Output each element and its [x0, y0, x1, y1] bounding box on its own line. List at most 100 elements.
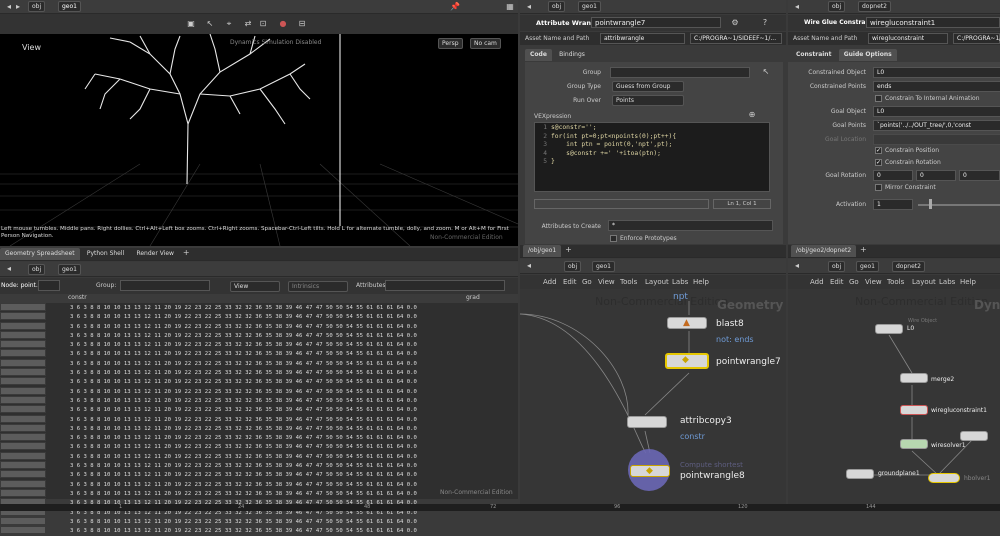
- table-row[interactable]: 3 6 3 8 8 10 10 13 13 12 11 20 19 22 23 …: [0, 349, 518, 358]
- path-geo1[interactable]: geo1: [578, 1, 601, 12]
- table-row[interactable]: 3 6 3 8 8 10 10 13 13 12 11 20 19 22 23 …: [0, 405, 518, 414]
- tab-python-shell[interactable]: Python Shell: [82, 248, 129, 260]
- table-row[interactable]: 3 6 3 8 8 10 10 13 13 12 11 20 19 22 23 …: [0, 358, 518, 368]
- select-arrow-icon[interactable]: ↖: [761, 67, 771, 77]
- grid-icon[interactable]: ▦: [505, 2, 515, 12]
- add-tab-icon[interactable]: +: [858, 245, 868, 255]
- menu-edit[interactable]: Edit: [830, 278, 844, 286]
- menu-tools[interactable]: Tools: [620, 278, 637, 286]
- path-geo1[interactable]: geo1: [58, 264, 81, 275]
- group-type-menu[interactable]: Guess from Group: [612, 81, 684, 92]
- table-row[interactable]: 3 6 3 8 8 10 10 13 13 12 11 20 19 22 23 …: [0, 433, 518, 442]
- constrained-points-field[interactable]: ends: [873, 81, 1000, 92]
- attributes-field[interactable]: [385, 280, 505, 291]
- tab-obj-geo1[interactable]: /obj/geo1: [523, 245, 562, 257]
- mirror-checkbox[interactable]: [875, 184, 882, 191]
- table-row[interactable]: 3 6 3 8 8 10 10 13 13 12 11 20 19 22 23 …: [0, 470, 518, 479]
- path-obj[interactable]: obj: [828, 1, 846, 12]
- internal-anim-checkbox[interactable]: [875, 95, 882, 102]
- menu-view[interactable]: View: [598, 278, 615, 286]
- asset-path[interactable]: C:/PROGRA~1/SIDEEF~1/...: [690, 33, 782, 44]
- path-dopnet2[interactable]: dopnet2: [858, 1, 891, 12]
- intrinsics-menu[interactable]: Intrinsics: [288, 281, 348, 292]
- table-row[interactable]: 3 6 3 8 8 10 10 13 13 12 11 20 19 22 23 …: [0, 461, 518, 470]
- asset-value[interactable]: wiregluconstraint: [868, 33, 948, 44]
- group-field[interactable]: [120, 280, 210, 291]
- vex-menu-icon[interactable]: ⊕: [747, 110, 757, 120]
- merge2-node[interactable]: [900, 373, 928, 383]
- handle-icon[interactable]: ⇄: [243, 19, 253, 29]
- enforce-checkbox[interactable]: [610, 235, 617, 242]
- menu-help[interactable]: Help: [960, 278, 976, 286]
- menu-tools[interactable]: Tools: [887, 278, 904, 286]
- activation-slider-handle[interactable]: [929, 199, 932, 209]
- path-geo1[interactable]: geo1: [58, 1, 81, 12]
- attribcopy3-node[interactable]: [627, 416, 667, 428]
- table-row[interactable]: 3 6 3 8 8 10 10 13 13 12 11 20 19 22 23 …: [0, 368, 518, 377]
- tab-dopnet2[interactable]: /obj/geo2/dopnet2: [791, 245, 857, 257]
- blast8-node[interactable]: ▲: [667, 317, 707, 329]
- back-arrow-icon[interactable]: ◂: [524, 261, 534, 271]
- glue-node-name[interactable]: wiregluconstraint1: [866, 17, 1000, 28]
- table-row[interactable]: 3 6 3 8 8 10 10 13 13 12 11 20 19 22 23 …: [0, 330, 518, 340]
- asset-value[interactable]: attribwrangle: [600, 33, 685, 44]
- wiregluconstraint1-node[interactable]: [900, 405, 928, 415]
- back-arrow-icon[interactable]: ◂: [524, 2, 534, 12]
- path-obj[interactable]: obj: [28, 264, 46, 275]
- attrs-create-field[interactable]: *: [608, 220, 773, 231]
- forward-arrow-icon[interactable]: ▸: [13, 2, 23, 12]
- table-row[interactable]: 3 6 3 8 8 10 10 13 13 12 11 20 19 22 23 …: [0, 526, 518, 535]
- vex-code-editor[interactable]: 1 s@constr=''; 2 for(int pt=0;pt<npoints(0)…: [534, 122, 770, 192]
- goal-object-field[interactable]: L0: [873, 106, 1000, 117]
- menu-add[interactable]: Add: [543, 278, 557, 286]
- path-geo1[interactable]: geo1: [856, 261, 879, 272]
- menu-help[interactable]: Help: [693, 278, 709, 286]
- wrangle-node-name[interactable]: pointwrangle7: [591, 17, 721, 28]
- menu-layout[interactable]: Layout: [912, 278, 936, 286]
- menu-edit[interactable]: Edit: [563, 278, 577, 286]
- menu-labs[interactable]: Labs: [672, 278, 688, 286]
- goal-rotation-z[interactable]: 0: [959, 170, 1000, 181]
- back-arrow-icon[interactable]: ◂: [792, 261, 802, 271]
- snap-icon[interactable]: ▣: [186, 19, 196, 29]
- path-dopnet2[interactable]: dopnet2: [892, 261, 925, 272]
- table-row[interactable]: 3 6 3 8 8 10 10 13 13 12 11 20 19 22 23 …: [0, 414, 518, 424]
- table-row[interactable]: 3 6 3 8 8 10 10 13 13 12 11 20 19 22 23 …: [0, 479, 518, 489]
- add-tab-icon[interactable]: +: [563, 245, 573, 255]
- gear-icon[interactable]: ⚙: [730, 18, 740, 28]
- view-menu[interactable]: View: [230, 281, 280, 292]
- table-row[interactable]: 3 6 3 8 8 10 10 13 13 12 11 20 19 22 23 …: [0, 442, 518, 451]
- net2-canvas[interactable]: Non-Commercial Edition Dyn Wire Object L…: [788, 289, 1000, 505]
- table-row[interactable]: 3 6 3 8 8 10 10 13 13 12 11 20 19 22 23 …: [0, 423, 518, 433]
- tab-geometry-spreadsheet[interactable]: Geometry Spreadsheet: [0, 248, 80, 260]
- constrain-position-checkbox[interactable]: [875, 147, 882, 154]
- wiresolver1-node[interactable]: [900, 439, 928, 449]
- l0-node[interactable]: [875, 324, 903, 334]
- table-row[interactable]: 3 6 3 8 8 10 10 13 13 12 11 20 19 22 23 …: [0, 312, 518, 321]
- tab-guide-options[interactable]: Guide Options: [838, 49, 897, 61]
- groundplane1-node[interactable]: [846, 469, 874, 479]
- select-icon[interactable]: ↖: [205, 19, 215, 29]
- activation-field[interactable]: 1: [873, 199, 913, 210]
- menu-add[interactable]: Add: [810, 278, 824, 286]
- path-obj[interactable]: obj: [828, 261, 846, 272]
- help-icon[interactable]: ?: [760, 18, 770, 28]
- path-geo1[interactable]: geo1: [592, 261, 615, 272]
- table-row[interactable]: 3 6 3 8 8 10 10 13 13 12 11 20 19 22 23 …: [0, 386, 518, 396]
- goal-rotation-x[interactable]: 0: [873, 170, 913, 181]
- menu-labs[interactable]: Labs: [939, 278, 955, 286]
- path-obj[interactable]: obj: [548, 1, 566, 12]
- table-row[interactable]: 3 6 3 8 8 10 10 13 13 12 11 20 19 22 23 …: [0, 516, 518, 526]
- pointwrangle7-node[interactable]: ◆: [665, 353, 709, 369]
- node-field[interactable]: [38, 280, 60, 291]
- menu-go[interactable]: Go: [582, 278, 592, 286]
- solver-node[interactable]: [960, 431, 988, 441]
- tab-render-view[interactable]: Render View: [131, 248, 179, 260]
- path-obj[interactable]: obj: [28, 1, 46, 12]
- spreadsheet-table[interactable]: constr grad 3 6 3 8 8 10 10 13 13 12 11 …: [0, 294, 518, 535]
- persp-menu[interactable]: Persp: [438, 38, 463, 49]
- pin-icon[interactable]: 📌: [450, 2, 460, 12]
- tab-bindings[interactable]: Bindings: [554, 49, 590, 61]
- table-row[interactable]: 3 6 3 8 8 10 10 13 13 12 11 20 19 22 23 …: [0, 395, 518, 405]
- camera-icon[interactable]: ⊡: [258, 19, 268, 29]
